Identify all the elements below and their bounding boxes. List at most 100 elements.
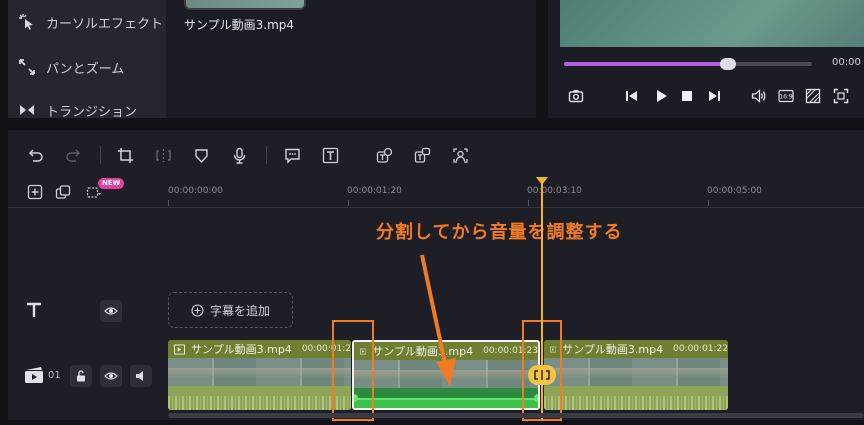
record-voice-button[interactable] (228, 144, 250, 166)
next-frame-icon (709, 91, 720, 101)
crop-screen-button[interactable] (803, 86, 823, 106)
snapshot-button[interactable] (566, 86, 586, 106)
timeline-ruler[interactable]: NEW 00:00:00:00 00:00:01:20 00:00:03:10 … (8, 178, 864, 208)
toolbar-divider (266, 146, 267, 164)
add-track-button[interactable] (27, 184, 43, 200)
fullscreen-icon (833, 88, 849, 104)
ruler-tick-label: 00:00:03:10 (527, 186, 582, 196)
text-box-icon (322, 147, 338, 163)
ruler-tick (528, 200, 529, 206)
unlock-icon (77, 370, 85, 382)
split-at-playhead-button[interactable] (528, 365, 556, 385)
preview-video (560, 0, 864, 47)
play-icon (657, 90, 667, 102)
clip-audio-waveform[interactable] (544, 386, 728, 410)
clip-header: サンプル動画3.mp4 00:00:01:2 (168, 340, 351, 358)
plus-circle-icon (191, 303, 204, 317)
nav-label: カーソルエフェクト (46, 16, 164, 32)
crop-icon (117, 147, 133, 163)
ruler-tick-label: 00:00:01:20 (347, 186, 402, 196)
layers-icon (55, 185, 71, 199)
aspect-ratio-button[interactable]: 16:9 (776, 86, 796, 106)
nav-item-pan-zoom[interactable]: パンとズーム (18, 53, 124, 81)
clip-duration: 00:00:01:22 (673, 344, 728, 354)
text-track-icon (24, 300, 44, 320)
nav-item-transition[interactable]: トランジション (18, 96, 137, 124)
add-track-icon (27, 184, 43, 200)
highlight-box (332, 320, 374, 421)
cursor-effect-icon (19, 14, 33, 30)
media-library-panel: サンプル動画3.mp4 (166, 0, 536, 118)
aspect-label: 16:9 (779, 94, 793, 101)
timeline-toolbar (8, 130, 864, 178)
eye-icon (104, 307, 118, 315)
clip-audio-waveform[interactable] (168, 386, 351, 410)
nav-label: パンとズーム (46, 61, 125, 77)
volume-envelope[interactable] (354, 398, 538, 408)
undo-button[interactable] (24, 144, 46, 166)
time-readout: 00:00 (832, 57, 861, 68)
ruler-tick (348, 200, 349, 206)
annotation-arrow (420, 254, 456, 386)
fullscreen-button[interactable] (831, 86, 851, 106)
track-manager-button[interactable] (55, 184, 71, 200)
new-badge: NEW (98, 178, 125, 189)
add-subtitle-button[interactable]: 字幕を追加 (168, 292, 293, 328)
clip-name: サンプル動画3.mp4 (562, 343, 664, 356)
text-button[interactable] (319, 144, 341, 166)
timeline-horizontal-scrollbar[interactable] (168, 413, 864, 418)
left-nav-panel: カーソルエフェクト パンとズーム トランジション (8, 0, 166, 120)
play-button[interactable] (651, 86, 671, 106)
comment-button[interactable] (281, 144, 303, 166)
text-to-speech-button[interactable] (411, 144, 433, 166)
auto-caption-button[interactable] (373, 144, 395, 166)
nav-item-cursor-effect[interactable]: カーソルエフェクト (18, 8, 163, 36)
ruler-tick (168, 200, 169, 206)
video-clip[interactable]: サンプル動画3.mp4 00:00:01:2 (168, 340, 351, 410)
media-filename: サンプル動画3.mp4 (184, 18, 295, 32)
video-track-icon (24, 366, 44, 384)
snapshot-icon (568, 90, 584, 103)
stop-icon (682, 91, 692, 101)
redo-button[interactable] (62, 144, 84, 166)
progress-handle[interactable] (719, 58, 736, 70)
stop-button[interactable] (677, 86, 697, 106)
clip-header: サンプル動画3.mp4 00:00:01:22 (544, 340, 728, 358)
avatar-frame-icon (452, 147, 468, 163)
track-lock-button[interactable] (70, 365, 92, 387)
avatar-button[interactable] (449, 144, 471, 166)
microphone-icon (233, 147, 245, 164)
track-mute-button[interactable] (130, 365, 152, 387)
media-thumbnail[interactable] (184, 0, 306, 10)
next-frame-button[interactable] (704, 86, 724, 106)
transition-icon (20, 105, 34, 115)
clip-name: サンプル動画3.mp4 (190, 343, 292, 356)
text-track-visibility-button[interactable] (100, 300, 122, 322)
split-button[interactable] (152, 144, 174, 166)
video-track-number: 01 (48, 370, 61, 381)
clip-play-icon (174, 343, 185, 355)
volume-icon (751, 89, 766, 103)
crop-screen-icon (805, 88, 821, 104)
aspect-ratio-icon: 16:9 (778, 89, 794, 103)
volume-button[interactable] (749, 86, 769, 106)
video-clip[interactable]: サンプル動画3.mp4 00:00:01:22 (544, 340, 728, 410)
split-icon (155, 148, 171, 162)
eye-icon (104, 372, 118, 380)
clip-audio-waveform[interactable] (354, 388, 538, 408)
pan-zoom-icon (19, 59, 35, 75)
ruler-tick (708, 200, 709, 206)
prev-frame-button[interactable] (622, 86, 642, 106)
toolbar-divider (100, 146, 101, 164)
playback-progress-bar[interactable] (564, 58, 812, 70)
caption-icon (376, 147, 392, 163)
nav-label: トランジション (46, 104, 138, 120)
crop-button[interactable] (114, 144, 136, 166)
clip-thumbnails (544, 358, 728, 386)
timeline-panel: NEW 00:00:00:00 00:00:01:20 00:00:03:10 … (8, 130, 864, 421)
prev-frame-icon (626, 91, 637, 101)
annotation-text: 分割してから音量を調整する (376, 222, 623, 243)
playhead-handle[interactable] (536, 177, 548, 185)
marker-button[interactable] (190, 144, 212, 166)
track-visibility-button[interactable] (100, 365, 122, 387)
